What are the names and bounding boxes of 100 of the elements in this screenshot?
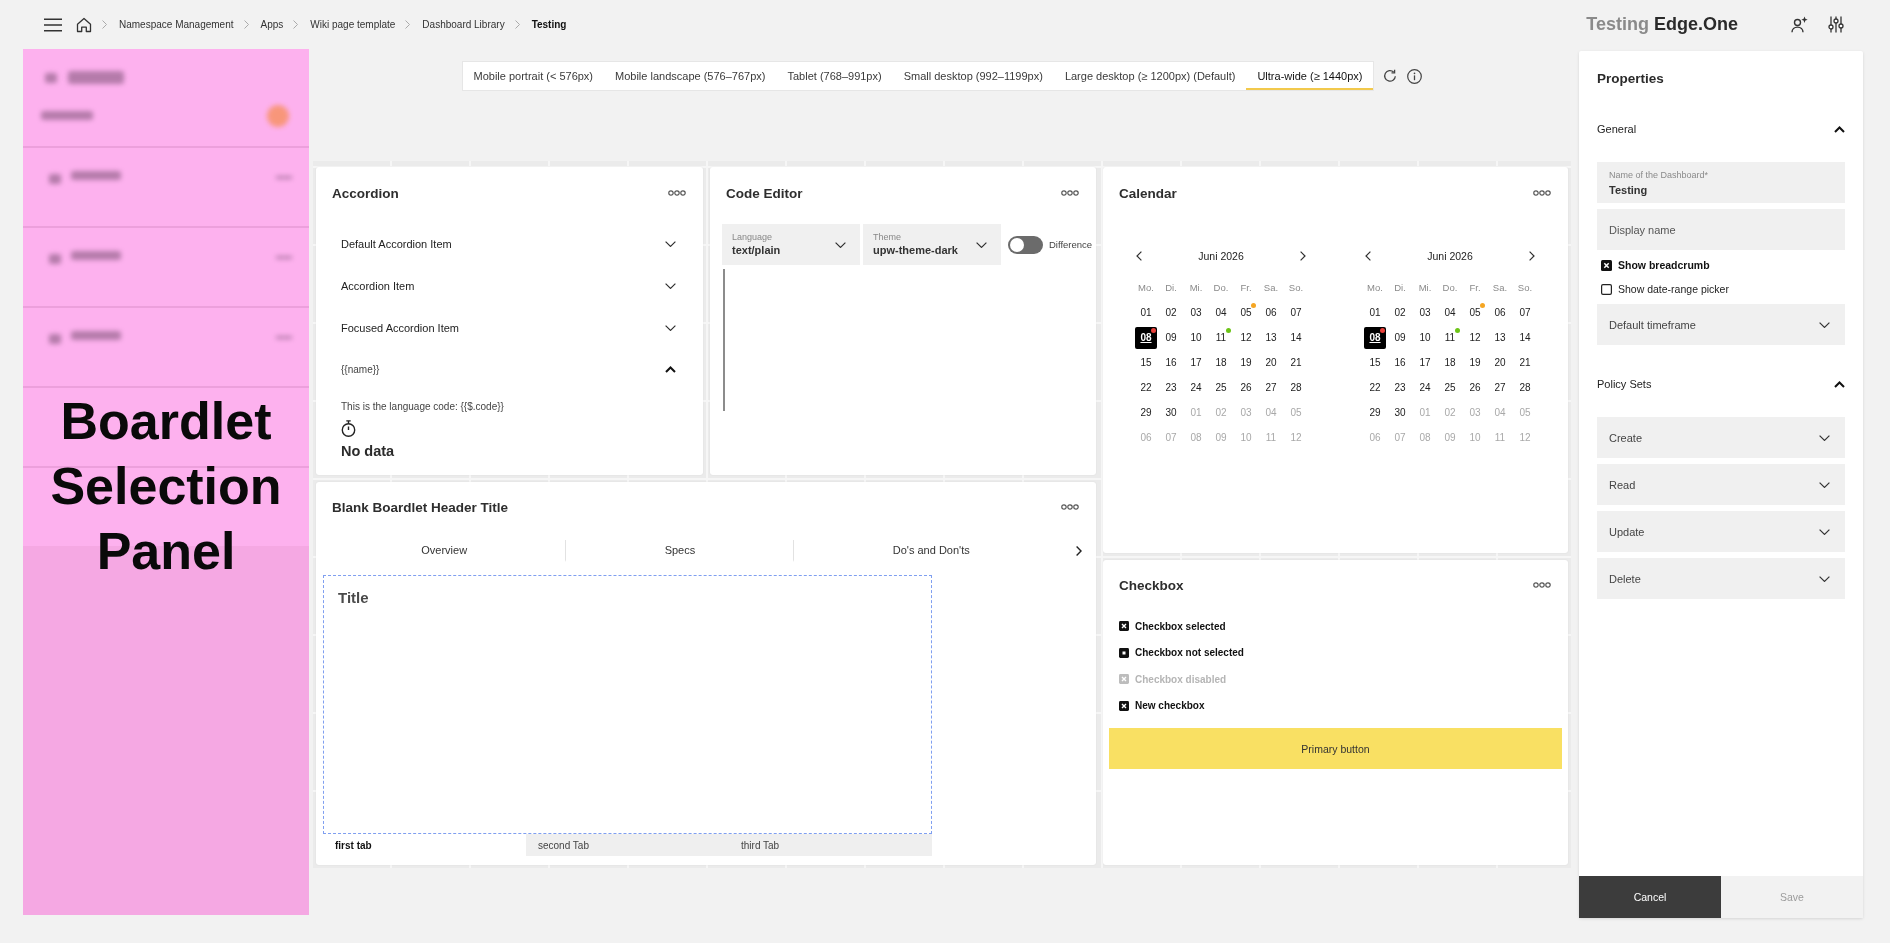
- calendar-day[interactable]: 05: [1235, 301, 1257, 324]
- menu-icon[interactable]: [44, 17, 62, 32]
- calendar-day[interactable]: 03: [1414, 301, 1436, 324]
- primary-button[interactable]: Primary button: [1109, 728, 1562, 769]
- calendar-day[interactable]: 02: [1389, 301, 1411, 324]
- calendar-day[interactable]: 03: [1185, 301, 1207, 324]
- calendar-day[interactable]: 27: [1260, 376, 1282, 399]
- refresh-icon[interactable]: [1383, 69, 1398, 83]
- calendar-day[interactable]: 06: [1489, 301, 1511, 324]
- accordion-item[interactable]: {{name}}: [316, 349, 703, 389]
- breadcrumb-link[interactable]: Dashboard Library: [422, 19, 505, 30]
- breakpoint-tab[interactable]: Mobile portrait (< 576px): [462, 62, 605, 90]
- calendar-day[interactable]: 22: [1135, 376, 1157, 399]
- chevron-right-icon[interactable]: [1300, 251, 1307, 261]
- calendar-day[interactable]: 11: [1210, 326, 1232, 349]
- calendar-day[interactable]: 13: [1489, 326, 1511, 349]
- calendar-day[interactable]: 12: [1464, 326, 1486, 349]
- more-icon[interactable]: [1061, 190, 1079, 196]
- calendar-day[interactable]: 28: [1285, 376, 1307, 399]
- info-icon[interactable]: [1407, 68, 1423, 84]
- section-header[interactable]: General: [1579, 112, 1863, 146]
- calendar-day[interactable]: 04: [1439, 301, 1461, 324]
- calendar-day[interactable]: 08: [1364, 326, 1386, 349]
- select-field[interactable]: Read: [1597, 464, 1845, 505]
- calendar-day[interactable]: 04: [1210, 301, 1232, 324]
- calendar-day[interactable]: 01: [1135, 301, 1157, 324]
- calendar-day[interactable]: 14: [1514, 326, 1536, 349]
- calendar-day[interactable]: 24: [1185, 376, 1207, 399]
- more-icon[interactable]: [1533, 582, 1551, 588]
- accordion-item[interactable]: Default Accordion Item: [316, 223, 703, 265]
- accordion-item[interactable]: Focused Accordion Item: [316, 307, 703, 349]
- calendar-day[interactable]: 20: [1260, 351, 1282, 374]
- select-field[interactable]: Create: [1597, 417, 1845, 458]
- select-field[interactable]: Delete: [1597, 558, 1845, 599]
- calendar-day[interactable]: 23: [1160, 376, 1182, 399]
- checkbox[interactable]: [1119, 621, 1129, 632]
- calendar-day[interactable]: 22: [1364, 376, 1386, 399]
- breadcrumb-link[interactable]: Wiki page template: [310, 19, 396, 30]
- calendar-day[interactable]: 15: [1364, 351, 1386, 374]
- calendar-day[interactable]: 13: [1260, 326, 1282, 349]
- calendar-day[interactable]: 19: [1235, 351, 1257, 374]
- calendar-day[interactable]: 26: [1235, 376, 1257, 399]
- person-sparkle-icon[interactable]: [1791, 16, 1808, 33]
- calendar-day[interactable]: 16: [1160, 351, 1182, 374]
- calendar-day[interactable]: 07: [1285, 301, 1307, 324]
- breakpoint-tab[interactable]: Ultra-wide (≥ 1440px): [1246, 62, 1374, 90]
- more-icon[interactable]: [668, 190, 686, 196]
- home-icon[interactable]: [76, 16, 92, 33]
- select-field[interactable]: Update: [1597, 511, 1845, 552]
- select-field[interactable]: Default timeframe: [1597, 304, 1845, 345]
- tab[interactable]: Do's and Don'ts: [794, 540, 1068, 562]
- calendar-day[interactable]: 18: [1210, 351, 1232, 374]
- calendar-day[interactable]: 25: [1210, 376, 1232, 399]
- calendar-day[interactable]: 12: [1235, 326, 1257, 349]
- select-field[interactable]: Language text/plain: [722, 224, 860, 265]
- calendar-day[interactable]: 16: [1389, 351, 1411, 374]
- chevron-left-icon[interactable]: [1364, 251, 1371, 261]
- breakpoint-tab[interactable]: Large desktop (≥ 1200px) (Default): [1053, 62, 1247, 90]
- checkbox[interactable]: [1601, 283, 1612, 295]
- calendar-day[interactable]: 15: [1135, 351, 1157, 374]
- calendar-day[interactable]: 17: [1414, 351, 1436, 374]
- breadcrumb-link[interactable]: Namespace Management: [119, 19, 234, 30]
- breakpoint-tab[interactable]: Small desktop (992–1199px): [892, 62, 1054, 90]
- tab[interactable]: second Tab: [526, 834, 729, 856]
- text-field[interactable]: Display name: [1597, 209, 1845, 250]
- more-icon[interactable]: [1533, 190, 1551, 196]
- calendar-day[interactable]: 27: [1489, 376, 1511, 399]
- calendar-day[interactable]: 05: [1464, 301, 1486, 324]
- accordion-item[interactable]: Accordion Item: [316, 265, 703, 307]
- calendar-day[interactable]: 29: [1364, 401, 1386, 424]
- select-field[interactable]: Theme upw-theme-dark: [863, 224, 1001, 265]
- tab[interactable]: Specs: [566, 540, 795, 562]
- calendar-day[interactable]: 17: [1185, 351, 1207, 374]
- calendar-day[interactable]: 14: [1285, 326, 1307, 349]
- calendar-day[interactable]: 11: [1439, 326, 1461, 349]
- calendar-day[interactable]: 01: [1364, 301, 1386, 324]
- calendar-day[interactable]: 29: [1135, 401, 1157, 424]
- calendar-day[interactable]: 25: [1439, 376, 1461, 399]
- chevron-right-icon[interactable]: [1529, 251, 1536, 261]
- calendar-day[interactable]: 02: [1160, 301, 1182, 324]
- breakpoint-tab[interactable]: Mobile landscape (576–767px): [604, 62, 777, 90]
- calendar-day[interactable]: 07: [1514, 301, 1536, 324]
- calendar-day[interactable]: 08: [1135, 326, 1157, 349]
- calendar-day[interactable]: 10: [1414, 326, 1436, 349]
- calendar-day[interactable]: 30: [1160, 401, 1182, 424]
- calendar-day[interactable]: 30: [1389, 401, 1411, 424]
- sliders-icon[interactable]: [1828, 16, 1844, 33]
- breadcrumb-link[interactable]: Testing: [531, 19, 567, 30]
- checkbox[interactable]: [1601, 259, 1612, 271]
- calendar-day[interactable]: 10: [1185, 326, 1207, 349]
- breakpoint-tab[interactable]: Tablet (768–991px): [776, 62, 893, 90]
- calendar-day[interactable]: 23: [1389, 376, 1411, 399]
- chevron-left-icon[interactable]: [1135, 251, 1142, 261]
- breadcrumb-link[interactable]: Apps: [260, 19, 284, 30]
- calendar-day[interactable]: 18: [1439, 351, 1461, 374]
- chevron-right-icon[interactable]: [1076, 546, 1082, 556]
- tab[interactable]: Overview: [323, 540, 567, 562]
- checkbox[interactable]: [1119, 700, 1129, 711]
- calendar-day[interactable]: 26: [1464, 376, 1486, 399]
- more-icon[interactable]: [1061, 504, 1079, 510]
